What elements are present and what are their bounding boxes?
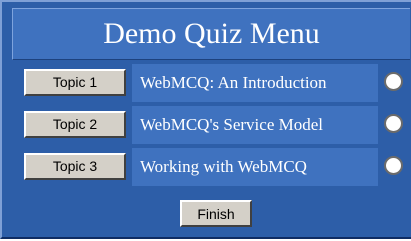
topic-2-radio[interactable] [384, 114, 403, 133]
topic-button-cell: Topic 1 [12, 64, 130, 102]
topic-row: Topic 1 WebMCQ: An Introduction [12, 64, 410, 102]
finish-button[interactable]: Finish [180, 200, 252, 227]
topic-button-cell: Topic 2 [12, 106, 130, 144]
topic-radio-cell [380, 148, 410, 186]
menu-title: Demo Quiz Menu [12, 8, 410, 60]
quiz-menu-panel: Demo Quiz Menu Topic 1 WebMCQ: An Introd… [0, 0, 411, 239]
topic-1-title: WebMCQ: An Introduction [132, 64, 378, 102]
topic-2-title: WebMCQ's Service Model [132, 106, 378, 144]
topic-radio-cell [380, 106, 410, 144]
topic-row: Topic 2 WebMCQ's Service Model [12, 106, 410, 144]
topic-button-cell: Topic 3 [12, 148, 130, 186]
topic-3-title: Working with WebMCQ [132, 148, 378, 186]
topic-3-button[interactable]: Topic 3 [24, 153, 126, 180]
topic-radio-cell [380, 64, 410, 102]
topic-2-button[interactable]: Topic 2 [24, 111, 126, 138]
topic-1-button[interactable]: Topic 1 [24, 69, 126, 96]
footer-bar: Finish [12, 192, 410, 236]
topic-row: Topic 3 Working with WebMCQ [12, 148, 410, 186]
topic-3-radio[interactable] [384, 156, 403, 175]
topic-1-radio[interactable] [384, 72, 403, 91]
